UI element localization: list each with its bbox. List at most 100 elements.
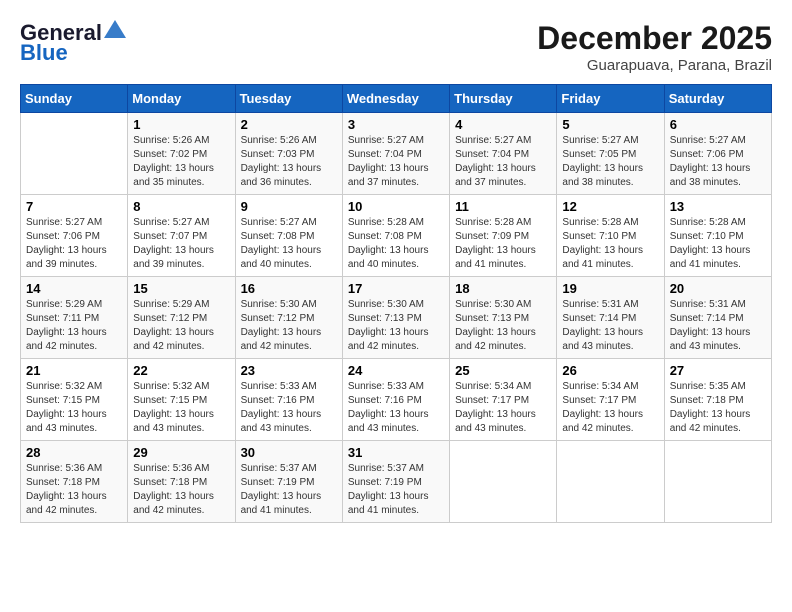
day-info: Sunrise: 5:32 AM Sunset: 7:15 PM Dayligh… xyxy=(133,380,229,436)
day-number: 16 xyxy=(241,281,337,296)
day-info: Sunrise: 5:34 AM Sunset: 7:17 PM Dayligh… xyxy=(455,380,551,436)
week-row-1: 1Sunrise: 5:26 AM Sunset: 7:02 PM Daylig… xyxy=(21,113,772,195)
page-header: General Blue December 2025 Guarapuava, P… xyxy=(20,20,772,74)
day-number: 21 xyxy=(26,363,122,378)
day-number: 6 xyxy=(670,117,766,132)
calendar-cell: 31 Sunrise: 5:37 AM Sunset: 7:19 PM Dayli… xyxy=(342,441,449,523)
day-number: 28 xyxy=(26,445,122,460)
day-info: Sunrise: 5:29 AM Sunset: 7:12 PM Dayligh… xyxy=(133,298,229,354)
calendar-cell: 19Sunrise: 5:31 AM Sunset: 7:14 PM Dayli… xyxy=(557,277,664,359)
calendar-cell: 21 Sunrise: 5:32 AM Sunset: 7:15 PM Dayli… xyxy=(21,359,128,441)
calendar-table: SundayMondayTuesdayWednesdayThursdayFrid… xyxy=(20,84,772,523)
day-number: 14 xyxy=(26,281,122,296)
logo-icon xyxy=(104,20,126,38)
week-row-5: 28 Sunrise: 5:36 AM Sunset: 7:18 PM Dayli… xyxy=(21,441,772,523)
calendar-cell: 25 Sunrise: 5:34 AM Sunset: 7:17 PM Dayli… xyxy=(450,359,557,441)
day-info: Sunrise: 5:28 AM Sunset: 7:09 PM Dayligh… xyxy=(455,216,551,272)
header-tuesday: Tuesday xyxy=(235,85,342,113)
day-info: Sunrise: 5:27 AM Sunset: 7:05 PM Dayligh… xyxy=(562,134,658,190)
calendar-cell xyxy=(664,441,771,523)
week-row-4: 21 Sunrise: 5:32 AM Sunset: 7:15 PM Dayli… xyxy=(21,359,772,441)
day-info: Sunrise: 5:27 AM Sunset: 7:06 PM Dayligh… xyxy=(670,134,766,190)
calendar-cell: 14 Sunrise: 5:29 AM Sunset: 7:11 PM Dayli… xyxy=(21,277,128,359)
header-sunday: Sunday xyxy=(21,85,128,113)
logo: General Blue xyxy=(20,20,126,66)
header-friday: Friday xyxy=(557,85,664,113)
day-info: Sunrise: 5:28 AM Sunset: 7:08 PM Dayligh… xyxy=(348,216,444,272)
day-info: Sunrise: 5:34 AM Sunset: 7:17 PM Dayligh… xyxy=(562,380,658,436)
calendar-cell: 24 Sunrise: 5:33 AM Sunset: 7:16 PM Dayli… xyxy=(342,359,449,441)
day-info: Sunrise: 5:28 AM Sunset: 7:10 PM Dayligh… xyxy=(670,216,766,272)
calendar-cell: 12 Sunrise: 5:28 AM Sunset: 7:10 PM Dayli… xyxy=(557,195,664,277)
day-number: 24 xyxy=(348,363,444,378)
day-info: Sunrise: 5:36 AM Sunset: 7:18 PM Dayligh… xyxy=(26,462,122,518)
calendar-cell: 16Sunrise: 5:30 AM Sunset: 7:12 PM Dayli… xyxy=(235,277,342,359)
day-info: Sunrise: 5:27 AM Sunset: 7:07 PM Dayligh… xyxy=(133,216,229,272)
day-info: Sunrise: 5:32 AM Sunset: 7:15 PM Dayligh… xyxy=(26,380,122,436)
calendar-cell: 13Sunrise: 5:28 AM Sunset: 7:10 PM Dayli… xyxy=(664,195,771,277)
day-number: 31 xyxy=(348,445,444,460)
day-info: Sunrise: 5:26 AM Sunset: 7:03 PM Dayligh… xyxy=(241,134,337,190)
logo-blue: Blue xyxy=(20,40,68,66)
day-info: Sunrise: 5:30 AM Sunset: 7:13 PM Dayligh… xyxy=(348,298,444,354)
calendar-body: 1Sunrise: 5:26 AM Sunset: 7:02 PM Daylig… xyxy=(21,113,772,523)
day-info: Sunrise: 5:30 AM Sunset: 7:13 PM Dayligh… xyxy=(455,298,551,354)
day-number: 17 xyxy=(348,281,444,296)
calendar-cell: 4 Sunrise: 5:27 AM Sunset: 7:04 PM Daylig… xyxy=(450,113,557,195)
week-row-3: 14 Sunrise: 5:29 AM Sunset: 7:11 PM Dayli… xyxy=(21,277,772,359)
calendar-cell: 28 Sunrise: 5:36 AM Sunset: 7:18 PM Dayli… xyxy=(21,441,128,523)
calendar-cell: 2 Sunrise: 5:26 AM Sunset: 7:03 PM Daylig… xyxy=(235,113,342,195)
calendar-cell: 15 Sunrise: 5:29 AM Sunset: 7:12 PM Dayli… xyxy=(128,277,235,359)
day-number: 26 xyxy=(562,363,658,378)
title-area: December 2025 Guarapuava, Parana, Brazil xyxy=(537,20,772,74)
day-info: Sunrise: 5:33 AM Sunset: 7:16 PM Dayligh… xyxy=(241,380,337,436)
location: Guarapuava, Parana, Brazil xyxy=(537,57,772,74)
day-number: 29 xyxy=(133,445,229,460)
calendar-cell: 20 Sunrise: 5:31 AM Sunset: 7:14 PM Dayli… xyxy=(664,277,771,359)
calendar-header-row: SundayMondayTuesdayWednesdayThursdayFrid… xyxy=(21,85,772,113)
calendar-cell: 29 Sunrise: 5:36 AM Sunset: 7:18 PM Dayli… xyxy=(128,441,235,523)
calendar-cell: 10Sunrise: 5:28 AM Sunset: 7:08 PM Dayli… xyxy=(342,195,449,277)
calendar-cell: 9Sunrise: 5:27 AM Sunset: 7:08 PM Daylig… xyxy=(235,195,342,277)
day-info: Sunrise: 5:35 AM Sunset: 7:18 PM Dayligh… xyxy=(670,380,766,436)
day-number: 27 xyxy=(670,363,766,378)
day-number: 11 xyxy=(455,199,551,214)
day-number: 30 xyxy=(241,445,337,460)
day-info: Sunrise: 5:28 AM Sunset: 7:10 PM Dayligh… xyxy=(562,216,658,272)
day-number: 5 xyxy=(562,117,658,132)
day-info: Sunrise: 5:31 AM Sunset: 7:14 PM Dayligh… xyxy=(562,298,658,354)
month-title: December 2025 xyxy=(537,20,772,57)
calendar-cell: 3Sunrise: 5:27 AM Sunset: 7:04 PM Daylig… xyxy=(342,113,449,195)
day-info: Sunrise: 5:26 AM Sunset: 7:02 PM Dayligh… xyxy=(133,134,229,190)
day-info: Sunrise: 5:27 AM Sunset: 7:04 PM Dayligh… xyxy=(455,134,551,190)
calendar-cell xyxy=(21,113,128,195)
day-number: 3 xyxy=(348,117,444,132)
day-number: 4 xyxy=(455,117,551,132)
calendar-cell: 22Sunrise: 5:32 AM Sunset: 7:15 PM Dayli… xyxy=(128,359,235,441)
calendar-cell: 17 Sunrise: 5:30 AM Sunset: 7:13 PM Dayli… xyxy=(342,277,449,359)
header-thursday: Thursday xyxy=(450,85,557,113)
day-info: Sunrise: 5:31 AM Sunset: 7:14 PM Dayligh… xyxy=(670,298,766,354)
header-wednesday: Wednesday xyxy=(342,85,449,113)
day-number: 8 xyxy=(133,199,229,214)
day-info: Sunrise: 5:37 AM Sunset: 7:19 PM Dayligh… xyxy=(348,462,444,518)
day-number: 7 xyxy=(26,199,122,214)
calendar-cell: 26 Sunrise: 5:34 AM Sunset: 7:17 PM Dayli… xyxy=(557,359,664,441)
day-info: Sunrise: 5:36 AM Sunset: 7:18 PM Dayligh… xyxy=(133,462,229,518)
day-number: 20 xyxy=(670,281,766,296)
day-number: 23 xyxy=(241,363,337,378)
day-number: 15 xyxy=(133,281,229,296)
day-info: Sunrise: 5:29 AM Sunset: 7:11 PM Dayligh… xyxy=(26,298,122,354)
calendar-cell: 5 Sunrise: 5:27 AM Sunset: 7:05 PM Daylig… xyxy=(557,113,664,195)
calendar-cell: 30Sunrise: 5:37 AM Sunset: 7:19 PM Dayli… xyxy=(235,441,342,523)
day-number: 2 xyxy=(241,117,337,132)
calendar-cell xyxy=(557,441,664,523)
calendar-cell xyxy=(450,441,557,523)
day-info: Sunrise: 5:33 AM Sunset: 7:16 PM Dayligh… xyxy=(348,380,444,436)
calendar-cell: 8 Sunrise: 5:27 AM Sunset: 7:07 PM Daylig… xyxy=(128,195,235,277)
header-saturday: Saturday xyxy=(664,85,771,113)
calendar-cell: 6 Sunrise: 5:27 AM Sunset: 7:06 PM Daylig… xyxy=(664,113,771,195)
day-number: 12 xyxy=(562,199,658,214)
calendar-cell: 18Sunrise: 5:30 AM Sunset: 7:13 PM Dayli… xyxy=(450,277,557,359)
day-number: 25 xyxy=(455,363,551,378)
